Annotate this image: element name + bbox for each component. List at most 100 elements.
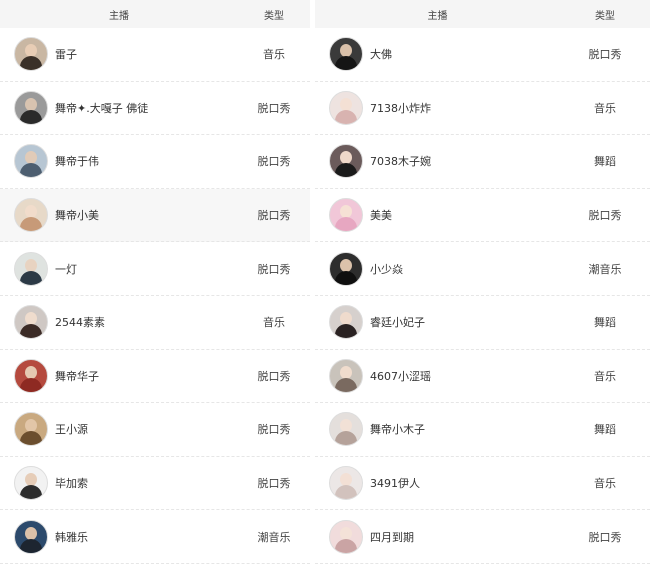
table-header: 主播 类型 [315,0,650,28]
avatar[interactable] [14,412,48,447]
host-cell: 7038木子婉 [315,144,560,179]
host-type: 脱口秀 [588,48,622,62]
avatar[interactable] [14,519,48,554]
avatar-body-shape [335,163,357,178]
avatar[interactable] [329,251,363,286]
host-name[interactable]: 美美 [370,207,392,223]
table-header: 主播 类型 [0,0,310,28]
table-row[interactable]: 4607小涩瑶 音乐 [315,350,650,404]
table-row[interactable]: 大佛 脱口秀 [315,28,650,82]
host-cell: 舞帝✦.大嘎子 佛徒 [0,90,238,125]
avatar[interactable] [329,144,363,179]
avatar-head-shape [340,365,352,379]
host-cell: 大佛 [315,37,560,72]
host-name[interactable]: 小少焱 [370,261,403,277]
avatar-head-shape [25,258,37,272]
host-type: 脱口秀 [257,369,291,383]
host-name[interactable]: 韩雅乐 [55,529,88,545]
host-type: 脱口秀 [257,477,291,491]
avatar[interactable] [329,412,363,447]
header-type: 类型 [595,10,615,22]
host-name[interactable]: 4607小涩瑶 [370,368,431,384]
table-row[interactable]: 2544素素 音乐 [0,296,310,350]
host-cell: 毕加索 [0,466,238,501]
avatar-body-shape [20,163,42,178]
avatar-head-shape [25,365,37,379]
host-type: 脱口秀 [257,423,291,437]
host-name[interactable]: 7138小炸炸 [370,100,431,116]
host-name[interactable]: 舞帝小木子 [370,421,425,437]
avatar[interactable] [329,358,363,393]
table-row[interactable]: 睿廷小妃子 舞蹈 [315,296,650,350]
avatar-body-shape [335,377,357,392]
table-row[interactable]: 韩雅乐 潮音乐 [0,510,310,564]
host-cell: 小少焱 [315,251,560,286]
avatar[interactable] [14,90,48,125]
avatar-head-shape [340,97,352,111]
avatar-body-shape [20,485,42,500]
avatar[interactable] [14,305,48,340]
host-name[interactable]: 2544素素 [55,314,105,330]
table-row[interactable]: 舞帝小美 脱口秀 [0,188,310,243]
host-cell: 四月到期 [315,519,560,554]
avatar[interactable] [14,144,48,179]
avatar[interactable] [14,198,48,233]
host-cell: 舞帝小木子 [315,412,560,447]
avatar[interactable] [329,519,363,554]
avatar[interactable] [329,466,363,501]
table-row[interactable]: 毕加索 脱口秀 [0,457,310,511]
host-type: 音乐 [594,477,616,491]
host-name[interactable]: 3491伊人 [370,475,420,491]
table-row[interactable]: 小少焱 潮音乐 [315,242,650,296]
host-name[interactable]: 舞帝华子 [55,368,99,384]
host-name[interactable]: 7038木子婉 [370,153,431,169]
avatar[interactable] [14,37,48,72]
host-type: 舞蹈 [594,316,616,330]
host-cell: 雷子 [0,37,238,72]
host-list-page: 主播 类型 雷子 音乐 舞帝✦.大嘎子 佛徒 脱口秀 舞帝于伟 脱口秀 舞帝小美 脱口秀 一灯脱… [0,0,650,565]
host-name[interactable]: 一灯 [55,261,77,277]
avatar-body-shape [20,538,42,553]
table-row[interactable]: 一灯 脱口秀 [0,242,310,296]
avatar[interactable] [14,251,48,286]
host-name[interactable]: 四月到期 [370,529,414,545]
host-name[interactable]: 舞帝小美 [55,207,99,223]
avatar[interactable] [329,90,363,125]
avatar[interactable] [329,198,363,233]
host-cell: 睿廷小妃子 [315,305,560,340]
host-type: 脱口秀 [257,155,291,169]
host-name[interactable]: 毕加索 [55,475,88,491]
host-name[interactable]: 大佛 [370,46,392,62]
table-row[interactable]: 王小源 脱口秀 [0,403,310,457]
host-name[interactable]: 舞帝于伟 [55,153,99,169]
table-row[interactable]: 舞帝小木子 舞蹈 [315,403,650,457]
table-row[interactable]: 3491伊人 音乐 [315,457,650,511]
host-type: 潮音乐 [257,530,291,544]
avatar-body-shape [335,217,357,232]
host-name[interactable]: 舞帝✦.大嘎子 佛徒 [55,100,148,116]
host-name[interactable]: 王小源 [55,421,88,437]
table-row[interactable]: 四月到期 脱口秀 [315,510,650,564]
avatar-body-shape [20,217,42,232]
host-type: 脱口秀 [257,101,291,115]
host-name[interactable]: 睿廷小妃子 [370,314,425,330]
table-row[interactable]: 舞帝于伟 脱口秀 [0,135,310,189]
table-row[interactable]: 舞帝✦.大嘎子 佛徒 脱口秀 [0,82,310,136]
host-cell: 4607小涩瑶 [315,358,560,393]
avatar-body-shape [20,56,42,71]
avatar[interactable] [329,305,363,340]
table-row[interactable]: 雷子 音乐 [0,28,310,82]
table-row[interactable]: 舞帝华子 脱口秀 [0,350,310,404]
host-cell: 一灯 [0,251,238,286]
host-cell: 3491伊人 [315,466,560,501]
avatar[interactable] [14,466,48,501]
avatar[interactable] [329,37,363,72]
table-row[interactable]: 7038木子婉 舞蹈 [315,135,650,189]
table-row[interactable]: 7138小炸炸 音乐 [315,82,650,136]
table-row[interactable]: 美美 脱口秀 [315,189,650,243]
host-type: 脱口秀 [257,209,291,223]
avatar-body-shape [335,324,357,339]
avatar[interactable] [14,358,48,393]
host-name[interactable]: 雷子 [55,46,77,62]
host-type: 脱口秀 [257,262,291,276]
